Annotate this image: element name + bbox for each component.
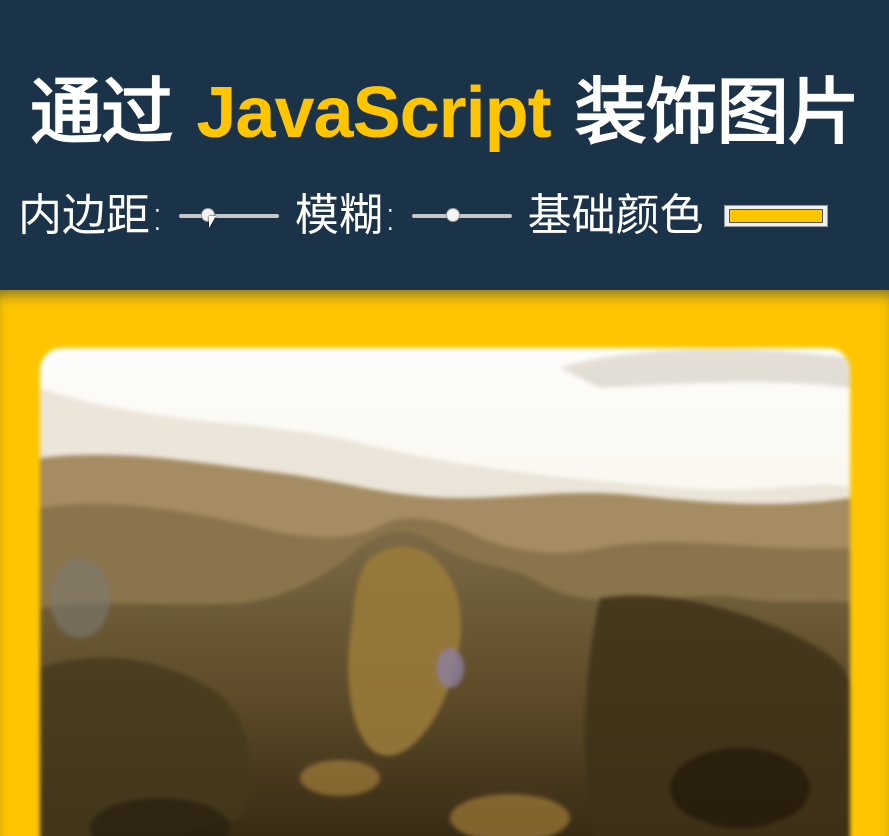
blur-slider-thumb[interactable] <box>445 208 460 222</box>
title-prefix: 通过 <box>30 70 173 155</box>
title-accent: JavaScript <box>196 73 551 154</box>
title-suffix: 装饰图片 <box>574 70 860 155</box>
blur-slider-track[interactable] <box>411 214 512 218</box>
mouse-cursor-icon <box>208 216 216 228</box>
base-color-label: 基础颜色 <box>527 190 704 241</box>
landscape-image <box>40 348 850 836</box>
spacing-label: 内边距: <box>18 190 165 241</box>
landscape-illustration <box>40 348 850 836</box>
page-title: 通过 JavaScript 装饰图片 <box>0 66 889 159</box>
base-color-picker[interactable] <box>723 205 828 227</box>
base-color-swatch <box>728 209 823 223</box>
controls-bar: 内边距: 模糊: 基础颜色 <box>18 186 828 246</box>
spacing-slider[interactable] <box>178 201 279 231</box>
image-frame <box>0 290 889 836</box>
blur-label: 模糊: <box>294 190 398 241</box>
spacing-slider-track[interactable] <box>178 214 279 218</box>
blur-slider[interactable] <box>411 201 512 231</box>
